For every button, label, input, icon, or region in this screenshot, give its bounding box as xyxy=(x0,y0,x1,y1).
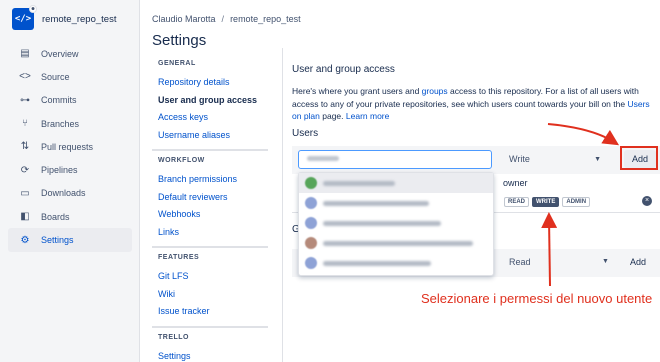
pull-requests-icon: ⇅ xyxy=(20,141,30,153)
blurred-name xyxy=(323,200,429,206)
sidebar-item-overview[interactable]: ▤ Overview xyxy=(8,42,132,65)
access-description: Here's where you grant users and groups … xyxy=(292,86,650,121)
divider xyxy=(152,149,268,151)
sidebar-item-boards[interactable]: ◧ Boards xyxy=(8,205,132,228)
sidebar-item-label: Settings xyxy=(41,235,74,246)
chevron-down-icon: ▼ xyxy=(602,258,609,265)
learn-more-link[interactable]: Learn more xyxy=(346,111,389,121)
list-item[interactable] xyxy=(299,193,493,213)
sidebar-item-label: Downloads xyxy=(41,188,86,199)
section-title: User and group access xyxy=(292,64,395,75)
subnav-username-aliases[interactable]: Username aliases xyxy=(152,127,270,145)
avatar xyxy=(305,177,317,189)
arrow-to-add xyxy=(547,123,620,146)
blurred-name xyxy=(323,220,441,226)
subnav-branch-permissions[interactable]: Branch permissions xyxy=(152,171,270,189)
divider xyxy=(152,246,268,248)
permission-pills: READ WRITE ADMIN xyxy=(504,197,593,207)
annotation-highlight xyxy=(620,146,658,170)
pipelines-icon: ⟳ xyxy=(20,164,30,176)
owner-label: owner xyxy=(503,178,528,188)
avatar xyxy=(305,237,317,249)
lock-icon: ● xyxy=(29,5,37,13)
settings-icon: ⚙ xyxy=(20,234,30,246)
subnav-heading-features: FEATURES xyxy=(158,254,200,261)
group-permission-select[interactable]: Read xyxy=(509,257,531,267)
subnav-user-group-access[interactable]: User and group access xyxy=(152,92,270,110)
sidebar-item-downloads[interactable]: ▭ Downloads xyxy=(8,182,132,205)
settings-subnav: GENERAL Repository details User and grou… xyxy=(152,60,270,362)
repo-header[interactable]: </> ● remote_repo_test xyxy=(12,5,117,30)
subnav-default-reviewers[interactable]: Default reviewers xyxy=(152,189,270,207)
subnav-heading-workflow: WORKFLOW xyxy=(158,157,205,164)
subnav-links[interactable]: Links xyxy=(152,224,270,242)
sidebar-item-label: Pull requests xyxy=(41,141,94,152)
subnav-repository-details[interactable]: Repository details xyxy=(152,74,270,92)
sidebar-item-label: Pipelines xyxy=(41,165,78,176)
permission-write[interactable]: WRITE xyxy=(532,197,560,207)
subnav-issue-tracker[interactable]: Issue tracker xyxy=(152,303,270,321)
sidebar-item-branches[interactable]: ⑂ Branches xyxy=(8,112,132,135)
users-heading: Users xyxy=(292,128,319,139)
sidebar-item-label: Boards xyxy=(41,211,70,222)
subnav-git-lfs[interactable]: Git LFS xyxy=(152,268,270,286)
avatar xyxy=(305,257,317,269)
list-item[interactable] xyxy=(299,253,493,273)
sidebar-item-commits[interactable]: ⊶ Commits xyxy=(8,89,132,112)
repo-name: remote_repo_test xyxy=(42,13,117,25)
sidebar-item-pull-requests[interactable]: ⇅ Pull requests xyxy=(8,135,132,158)
subnav-access-keys[interactable]: Access keys xyxy=(152,109,270,127)
remove-icon[interactable]: × xyxy=(642,196,652,206)
commits-icon: ⊶ xyxy=(20,94,30,106)
subnav-heading-trello: TRELLO xyxy=(158,333,189,341)
page-title: Settings xyxy=(152,32,207,49)
subnav-trello-settings[interactable]: Settings xyxy=(152,348,270,362)
sidebar-item-settings[interactable]: ⚙ Settings xyxy=(8,228,132,252)
permission-select[interactable]: Write ▼ xyxy=(503,150,609,169)
downloads-icon: ▭ xyxy=(20,187,30,199)
chevron-down-icon: ▼ xyxy=(594,156,601,163)
blurred-name xyxy=(323,180,395,186)
sidebar-item-source[interactable]: <> Source xyxy=(8,65,132,88)
breadcrumb-separator: / xyxy=(221,14,225,24)
breadcrumb: Claudio Marotta / remote_repo_test xyxy=(152,14,301,24)
boards-icon: ◧ xyxy=(20,211,30,223)
divider xyxy=(152,325,268,328)
groups-link[interactable]: groups xyxy=(422,86,448,96)
source-icon: <> xyxy=(19,71,31,83)
user-suggestions-dropdown xyxy=(298,172,494,276)
divider xyxy=(282,48,283,362)
overview-icon: ▤ xyxy=(20,48,30,60)
sidebar-item-label: Commits xyxy=(41,95,77,106)
subnav-wiki[interactable]: Wiki xyxy=(152,286,270,304)
list-item[interactable] xyxy=(299,233,493,253)
add-group-button[interactable]: Add xyxy=(630,257,646,267)
breadcrumb-repo[interactable]: remote_repo_test xyxy=(230,14,301,24)
sidebar-nav: ▤ Overview <> Source ⊶ Commits ⑂ Branche… xyxy=(8,42,132,252)
breadcrumb-user[interactable]: Claudio Marotta xyxy=(152,14,216,24)
permission-read[interactable]: READ xyxy=(504,197,530,207)
access-panel: User and group access Here's where you g… xyxy=(292,60,660,123)
subnav-webhooks[interactable]: Webhooks xyxy=(152,206,270,224)
sidebar-item-label: Overview xyxy=(41,48,79,59)
list-item[interactable] xyxy=(299,173,493,193)
branches-icon: ⑂ xyxy=(22,118,28,130)
sidebar: </> ● remote_repo_test ▤ Overview <> Sou… xyxy=(0,0,140,362)
annotation-text: Selezionare i permessi del nuovo utente xyxy=(421,291,653,306)
repo-logo: </> ● xyxy=(12,5,37,30)
avatar xyxy=(305,217,317,229)
subnav-heading-general: GENERAL xyxy=(158,60,196,67)
sidebar-item-pipelines[interactable]: ⟳ Pipelines xyxy=(8,158,132,181)
blurred-name xyxy=(323,240,473,246)
sidebar-item-label: Branches xyxy=(41,118,80,129)
blurred-name xyxy=(323,260,431,266)
permission-admin[interactable]: ADMIN xyxy=(562,197,591,207)
avatar xyxy=(305,197,317,209)
user-search-input[interactable] xyxy=(298,150,492,169)
sidebar-item-label: Source xyxy=(41,71,70,82)
list-item[interactable] xyxy=(299,213,493,233)
